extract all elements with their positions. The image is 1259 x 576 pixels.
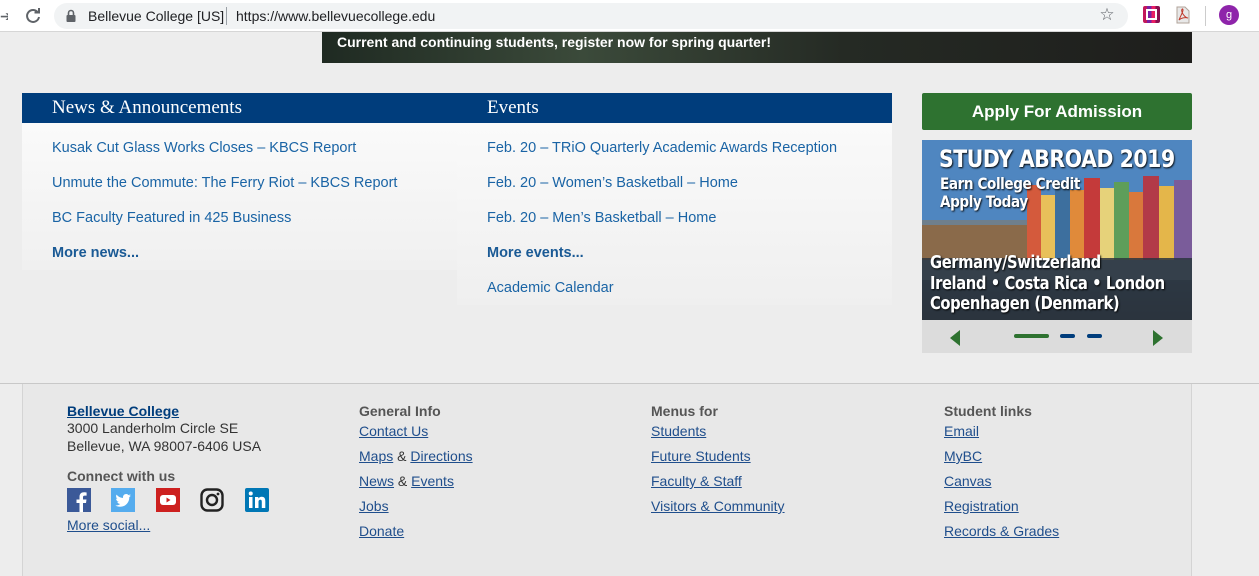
study-abroad-banner[interactable]: STUDY ABROAD 2019 Earn College Credit Ap…	[922, 140, 1192, 320]
carousel-dot[interactable]	[1087, 334, 1102, 338]
news-heading: News & Announcements	[52, 97, 242, 118]
facebook-icon[interactable]	[67, 488, 91, 512]
menu-link-students[interactable]: Students	[651, 423, 706, 439]
ampersand: &	[397, 448, 407, 464]
promo-destinations: Ireland • Costa Rica • London	[930, 273, 1165, 294]
linkedin-icon[interactable]	[245, 488, 269, 512]
browser-toolbar: ➔ Bellevue College [US] https://www.bell…	[0, 0, 1259, 32]
twitter-icon[interactable]	[111, 488, 135, 512]
carousel-prev-icon[interactable]	[950, 330, 960, 346]
carousel-dot[interactable]	[1060, 334, 1075, 338]
news-link[interactable]: BC Faculty Featured in 425 Business	[52, 209, 291, 227]
promo-destinations: Copenhagen (Denmark)	[930, 293, 1120, 314]
lock-icon	[64, 9, 78, 23]
college-name-link[interactable]: Bellevue College	[67, 403, 179, 419]
student-link-records-grades[interactable]: Records & Grades	[944, 523, 1059, 539]
back-arrow-icon[interactable]: ➔	[0, 7, 8, 25]
apply-for-admission-button[interactable]: Apply For Admission	[922, 93, 1192, 130]
address-line: 3000 Landerholm Circle SE	[67, 420, 239, 436]
maps-link[interactable]: Maps	[359, 448, 393, 464]
menu-link-visitors-community[interactable]: Visitors & Community	[651, 498, 785, 514]
hero-text: Current and continuing students, registe…	[337, 34, 772, 50]
directions-link[interactable]: Directions	[410, 448, 472, 464]
promo-subtitle: Earn College Credit	[940, 174, 1080, 193]
news-events-row: News & Events	[359, 473, 454, 489]
menu-link-faculty-staff[interactable]: Faculty & Staff	[651, 473, 742, 489]
news-list: Kusak Cut Glass Works Closes – KBCS Repo…	[22, 123, 457, 270]
contact-us-link[interactable]: Contact Us	[359, 423, 428, 439]
news-events-header: News & Announcements Events	[22, 93, 892, 123]
hero-banner[interactable]: Current and continuing students, registe…	[322, 32, 1192, 63]
more-events-link[interactable]: More events...	[487, 244, 584, 262]
menus-for-heading: Menus for	[651, 403, 718, 419]
student-link-registration[interactable]: Registration	[944, 498, 1019, 514]
carousel-dot-active[interactable]	[1014, 334, 1049, 338]
profile-avatar[interactable]: g	[1219, 5, 1239, 25]
event-link[interactable]: Feb. 20 – Men’s Basketball – Home	[487, 209, 716, 227]
events-footer-link[interactable]: Events	[411, 473, 454, 489]
student-link-mybc[interactable]: MyBC	[944, 448, 982, 464]
extension-icon[interactable]	[1143, 6, 1160, 23]
instagram-icon[interactable]	[200, 488, 224, 512]
maps-directions-row: Maps & Directions	[359, 448, 473, 464]
student-link-email[interactable]: Email	[944, 423, 979, 439]
promo-subtitle: Apply Today	[940, 192, 1028, 211]
address-bar[interactable]: Bellevue College [US] https://www.bellev…	[54, 3, 1128, 29]
event-link[interactable]: Feb. 20 – Women’s Basketball – Home	[487, 174, 738, 192]
donate-link[interactable]: Donate	[359, 523, 404, 539]
news-link[interactable]: Kusak Cut Glass Works Closes – KBCS Repo…	[52, 139, 356, 157]
carousel-controls	[922, 320, 1192, 353]
site-identity: Bellevue College [US]	[88, 8, 225, 24]
event-link[interactable]: Feb. 20 – TRiO Quarterly Academic Awards…	[487, 139, 837, 157]
news-link[interactable]: Unmute the Commute: The Ferry Riot – KBC…	[52, 174, 397, 192]
promo-destinations: Germany/Switzerland	[930, 252, 1101, 273]
carousel-next-icon[interactable]	[1153, 330, 1163, 346]
youtube-icon[interactable]	[156, 488, 180, 512]
events-list: Feb. 20 – TRiO Quarterly Academic Awards…	[457, 123, 892, 305]
student-links-heading: Student links	[944, 403, 1032, 419]
menu-link-future-students[interactable]: Future Students	[651, 448, 751, 464]
address-line: Bellevue, WA 98007-6406 USA	[67, 438, 262, 454]
jobs-link[interactable]: Jobs	[359, 498, 389, 514]
student-link-canvas[interactable]: Canvas	[944, 473, 991, 489]
more-social-link[interactable]: More social...	[67, 517, 150, 533]
events-heading: Events	[487, 97, 539, 118]
academic-calendar-link[interactable]: Academic Calendar	[487, 279, 614, 297]
ampersand: &	[397, 473, 408, 489]
url-text[interactable]: https://www.bellevuecollege.edu	[236, 8, 435, 24]
connect-heading: Connect with us	[67, 468, 176, 484]
promo-title: STUDY ABROAD 2019	[939, 145, 1175, 173]
reload-icon[interactable]	[22, 4, 44, 26]
bookmark-star-icon[interactable]: ☆	[1098, 6, 1116, 24]
news-footer-link[interactable]: News	[359, 473, 394, 489]
pdf-extension-icon[interactable]	[1175, 6, 1191, 24]
more-news-link[interactable]: More news...	[52, 244, 139, 262]
toolbar-divider	[1205, 6, 1206, 26]
general-info-heading: General Info	[359, 403, 441, 419]
url-divider	[226, 7, 227, 25]
